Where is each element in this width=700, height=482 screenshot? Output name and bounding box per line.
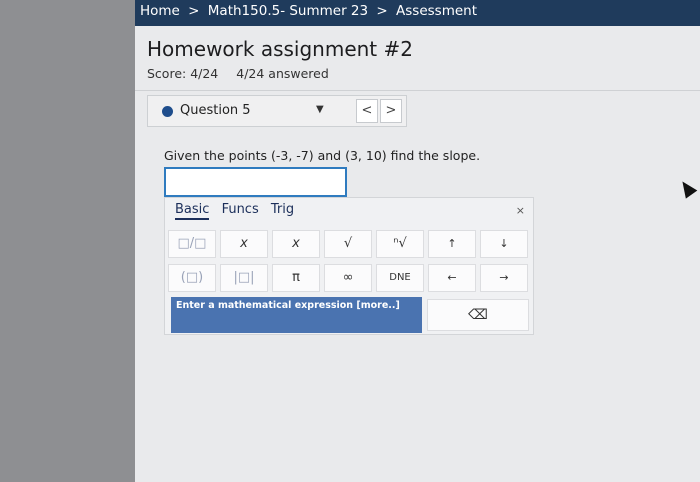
arrow-right-icon[interactable]: → xyxy=(480,264,528,292)
breadcrumb: Home > Math150.5- Summer 23 > Assessment xyxy=(135,0,700,26)
question-label[interactable]: Question 5 xyxy=(180,103,251,118)
arrow-down-icon[interactable]: ↓ xyxy=(480,230,528,258)
palette-tabs: Basic Funcs Trig xyxy=(175,202,302,220)
next-question-button[interactable]: > xyxy=(380,99,402,123)
arrow-left-icon[interactable]: ← xyxy=(428,264,476,292)
math-palette: Basic Funcs Trig × □/□ x x √ ⁿ√ ↑ ↓ (□) … xyxy=(164,197,534,335)
backspace-icon[interactable]: ⌫ xyxy=(427,299,529,331)
sqrt-key[interactable]: √ xyxy=(324,230,372,258)
fraction-key[interactable]: □/□ xyxy=(168,230,216,258)
infinity-key[interactable]: ∞ xyxy=(324,264,372,292)
assessment-page: Home > Math150.5- Summer 23 > Assessment… xyxy=(135,0,700,482)
parentheses-key[interactable]: (□) xyxy=(168,264,216,292)
answered-count: 4/24 answered xyxy=(236,66,329,81)
score-value: Score: 4/24 xyxy=(147,66,219,81)
dne-key[interactable]: DNE xyxy=(376,264,424,292)
mouse-pointer-icon xyxy=(676,177,698,199)
divider xyxy=(135,90,700,91)
question-navigator: Question 5 ▼ < > xyxy=(147,95,407,127)
chevron-down-icon[interactable]: ▼ xyxy=(316,104,324,115)
absolute-value-key[interactable]: |□| xyxy=(220,264,268,292)
breadcrumb-home[interactable]: Home xyxy=(140,0,180,22)
question-text: Given the points (-3, -7) and (3, 10) fi… xyxy=(164,148,481,163)
power-key[interactable]: x xyxy=(220,230,268,258)
nth-root-key[interactable]: ⁿ√ xyxy=(376,230,424,258)
tab-funcs[interactable]: Funcs xyxy=(222,202,259,218)
subscript-key[interactable]: x xyxy=(272,230,320,258)
tab-trig[interactable]: Trig xyxy=(271,202,294,218)
breadcrumb-separator: > xyxy=(188,3,200,19)
expression-hint[interactable]: Enter a mathematical expression [more..] xyxy=(171,297,422,333)
breadcrumb-current: Assessment xyxy=(396,3,478,19)
pi-key[interactable]: π xyxy=(272,264,320,292)
question-status-icon xyxy=(162,106,173,117)
arrow-up-icon[interactable]: ↑ xyxy=(428,230,476,258)
breadcrumb-course[interactable]: Math150.5- Summer 23 xyxy=(208,0,368,22)
score-line: Score: 4/24 4/24 answered xyxy=(147,66,329,81)
page-title: Homework assignment #2 xyxy=(147,37,413,61)
close-icon[interactable]: × xyxy=(516,204,525,217)
answer-input[interactable] xyxy=(164,167,347,197)
breadcrumb-separator: > xyxy=(376,3,388,19)
previous-question-button[interactable]: < xyxy=(356,99,378,123)
tab-basic[interactable]: Basic xyxy=(175,202,210,220)
